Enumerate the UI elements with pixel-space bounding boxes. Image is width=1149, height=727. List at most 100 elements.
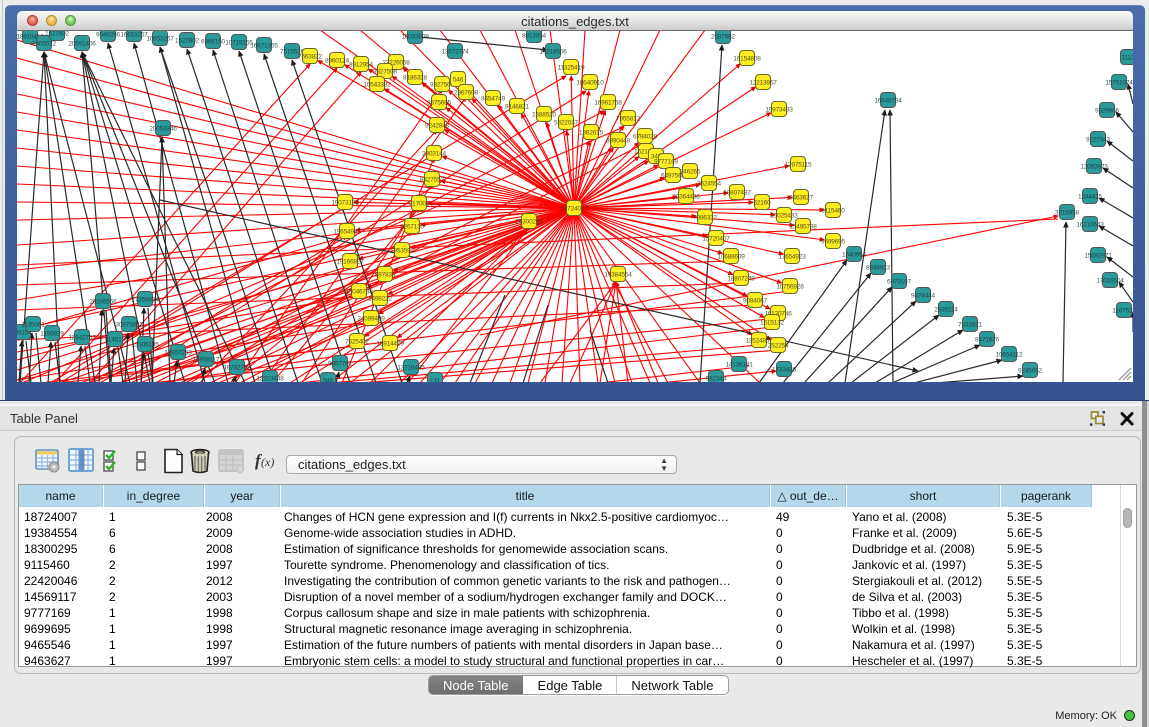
svg-text:8813054: 8813054 [522, 33, 546, 40]
svg-text:20206556: 20206556 [89, 299, 117, 306]
svg-text:1498222: 1498222 [368, 296, 392, 303]
svg-text:8471676: 8471676 [975, 337, 999, 344]
svg-text:10807487: 10807487 [723, 190, 751, 197]
svg-text:1527602: 1527602 [175, 38, 199, 45]
svg-text:7632621: 7632621 [958, 322, 982, 329]
svg-text:18724007: 18724007 [560, 206, 588, 213]
svg-text:10756928: 10756928 [776, 284, 804, 291]
svg-text:9242848: 9242848 [425, 123, 449, 130]
svg-text:2935114: 2935114 [934, 307, 958, 314]
svg-text:9546286: 9546286 [96, 32, 120, 39]
svg-text:917006: 917006 [409, 201, 430, 208]
svg-text:12975115: 12975115 [785, 162, 812, 169]
svg-text:19166827: 19166827 [336, 259, 364, 266]
svg-text:2687682: 2687682 [711, 34, 735, 41]
svg-text:8990448: 8990448 [606, 138, 630, 145]
svg-text:5322037: 5322037 [554, 120, 578, 127]
svg-text:7986322: 7986322 [693, 215, 717, 222]
svg-text:25300293: 25300293 [515, 219, 543, 226]
svg-text:887833: 887833 [375, 272, 396, 279]
svg-text:(x): (x) [261, 455, 274, 469]
svg-text:18807249: 18807249 [727, 276, 755, 283]
svg-text:19384554: 19384554 [604, 272, 632, 279]
svg-text:15692971: 15692971 [1084, 253, 1112, 260]
svg-text:1156829: 1156829 [40, 331, 64, 338]
svg-text:16033809: 16033809 [401, 34, 429, 41]
svg-text:1640954: 1640954 [842, 252, 866, 259]
svg-text:9457791: 9457791 [328, 361, 352, 368]
svg-text:14136141: 14136141 [725, 362, 753, 369]
svg-text:16782759: 16782759 [223, 365, 251, 372]
svg-text:1135061: 1135061 [21, 322, 45, 329]
svg-text:11325419: 11325419 [558, 65, 585, 72]
svg-text:1405572: 1405572 [32, 41, 56, 48]
svg-text:6966160: 6966160 [201, 39, 225, 46]
svg-text:12505135: 12505135 [131, 342, 159, 349]
svg-text:16154808: 16154808 [733, 56, 761, 63]
svg-text:10046788: 10046788 [345, 289, 373, 296]
svg-text:8186328: 8186328 [403, 75, 427, 82]
svg-text:12323448: 12323448 [256, 376, 284, 383]
svg-text:8938923: 8938923 [866, 265, 890, 272]
svg-text:12213967: 12213967 [749, 80, 777, 87]
svg-text:15495798: 15495798 [789, 224, 817, 231]
svg-text:16653257: 16653257 [120, 32, 148, 39]
svg-text:9084067: 9084067 [743, 298, 767, 305]
svg-text:10973493: 10973493 [765, 107, 793, 114]
svg-text:9463627: 9463627 [789, 195, 813, 202]
svg-text:982344: 982344 [706, 376, 727, 383]
svg-text:9115460: 9115460 [821, 208, 845, 215]
svg-text:7955812: 7955812 [616, 116, 640, 123]
svg-text:3624554: 3624554 [697, 181, 721, 188]
svg-text:20691406: 20691406 [68, 41, 96, 48]
svg-text:16671355: 16671355 [250, 43, 278, 50]
svg-text:17016504: 17016504 [1096, 278, 1124, 285]
svg-text:16961758: 16961758 [594, 100, 622, 107]
svg-text:9329966: 9329966 [1095, 108, 1119, 115]
svg-text:1362615: 1362615 [579, 130, 603, 137]
svg-text:2803144: 2803144 [422, 151, 446, 158]
svg-text:15720407: 15720407 [702, 236, 730, 243]
svg-text:16210643: 16210643 [1076, 222, 1104, 229]
svg-text:7663822: 7663822 [298, 54, 322, 61]
svg-text:16648784: 16648784 [874, 98, 902, 105]
svg-text:10688609: 10688609 [717, 254, 745, 261]
svg-text:252254: 252254 [768, 343, 789, 350]
svg-text:16914479: 16914479 [376, 341, 404, 348]
svg-text:6794028: 6794028 [633, 134, 657, 141]
svg-text:1588520: 1588520 [532, 112, 556, 119]
svg-text:19073138: 19073138 [331, 200, 359, 207]
svg-text:1112: 1112 [1122, 55, 1133, 62]
svg-text:9245652: 9245652 [1018, 368, 1042, 375]
svg-text:1953594: 1953594 [390, 248, 414, 255]
svg-text:1527602: 1527602 [45, 31, 69, 38]
svg-text:131: 131 [430, 378, 441, 383]
svg-text:8427552: 8427552 [420, 177, 444, 184]
svg-text:8960124: 8960124 [325, 58, 349, 65]
svg-text:19218506: 19218506 [539, 49, 567, 56]
svg-text:10025433: 10025433 [770, 213, 798, 220]
svg-text:20364436: 20364436 [672, 194, 700, 201]
svg-text:9474444: 9474444 [911, 293, 935, 300]
svg-text:114519: 114519 [105, 337, 126, 344]
svg-text:17359934: 17359934 [131, 297, 159, 304]
svg-text:13572774: 13572774 [441, 49, 469, 56]
svg-text:10543382: 10543382 [363, 82, 391, 89]
svg-text:18640910: 18640910 [576, 80, 604, 87]
svg-text:30975887: 30975887 [115, 322, 143, 329]
svg-text:3215958: 3215958 [1055, 210, 1079, 217]
svg-text:12942757: 12942757 [68, 335, 96, 342]
svg-text:2367608: 2367608 [454, 90, 478, 97]
svg-text:12093873: 12093873 [1080, 164, 1108, 171]
svg-text:8912954: 8912954 [349, 62, 373, 69]
svg-text:6879197: 6879197 [887, 279, 911, 286]
svg-text:1733426: 1733426 [772, 367, 796, 374]
svg-text:20053346: 20053346 [149, 126, 177, 133]
svg-text:9699695: 9699695 [821, 239, 845, 246]
svg-text:1615132: 1615132 [760, 320, 784, 327]
svg-text:7625402: 7625402 [345, 339, 369, 346]
svg-text:3875685: 3875685 [427, 100, 451, 107]
svg-text:62160: 62160 [753, 200, 771, 207]
svg-text:9777169: 9777169 [654, 159, 678, 166]
svg-text:9327508: 9327508 [373, 69, 397, 76]
